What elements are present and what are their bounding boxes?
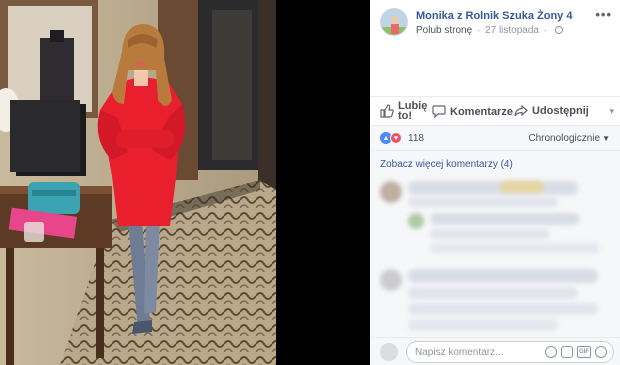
action-bar: Lubię to! Komentarze Udostępnij ▾ xyxy=(370,96,620,124)
blurred-comment-text xyxy=(408,181,578,195)
share-options-caret[interactable]: ▾ xyxy=(609,106,614,117)
reaction-count[interactable]: 118 xyxy=(408,133,424,144)
blurred-comment-text xyxy=(408,303,598,315)
sticker-icon[interactable] xyxy=(595,346,607,358)
see-more-comments-link[interactable]: Zobacz więcej komentarzy (4) xyxy=(380,159,513,170)
comment-input[interactable]: Napisz komentarz... GIF xyxy=(406,341,614,363)
comment-sort-dropdown[interactable]: Chronologicznie ▼ xyxy=(528,133,610,144)
chevron-down-icon: ▼ xyxy=(602,134,610,143)
emoji-icon[interactable] xyxy=(545,346,557,358)
page-avatar[interactable] xyxy=(380,8,408,36)
love-reaction-icon: ♥ xyxy=(390,132,402,144)
like-page-link[interactable]: Polub stronę xyxy=(416,25,472,36)
blurred-comment-text xyxy=(500,181,544,193)
share-button[interactable]: Udostępnij xyxy=(514,105,589,117)
blurred-comment-text xyxy=(408,197,558,207)
post-photo[interactable] xyxy=(0,0,370,365)
more-icon[interactable]: ••• xyxy=(595,8,612,21)
post-header: Monika z Rolnik Szuka Żony 4 Polub stron… xyxy=(380,8,612,40)
avatar xyxy=(380,343,398,361)
share-label: Udostępnij xyxy=(532,105,589,117)
meta-separator: · xyxy=(476,25,481,36)
meta-separator-2: · xyxy=(543,25,548,36)
comment-composer: Napisz komentarz... GIF xyxy=(370,337,620,365)
reactions-row: ▲ ♥ 118 Chronologicznie ▼ xyxy=(370,125,620,151)
comment-label: Komentarze xyxy=(450,105,513,118)
post-side-panel: Monika z Rolnik Szuka Żony 4 Polub stron… xyxy=(370,0,620,365)
gif-icon[interactable]: GIF xyxy=(577,346,591,358)
blurred-comment-text xyxy=(408,287,578,299)
sort-label: Chronologicznie xyxy=(528,133,601,144)
thumbs-up-icon xyxy=(380,104,394,118)
blurred-comment-text xyxy=(408,269,598,283)
post-date[interactable]: 27 listopada xyxy=(485,25,539,36)
blurred-comment-text xyxy=(408,319,558,331)
reaction-icons[interactable]: ▲ ♥ xyxy=(380,132,402,144)
like-label: Lubię to! xyxy=(398,100,428,122)
photo-illustration xyxy=(0,0,370,365)
blurred-comment-text xyxy=(430,213,580,225)
share-arrow-icon xyxy=(514,105,528,117)
comment-button[interactable]: Komentarze xyxy=(432,105,513,118)
blurred-comment-text xyxy=(430,229,550,239)
comments-list: Zobacz więcej komentarzy (4) xyxy=(370,151,620,337)
avatar xyxy=(380,269,402,291)
page-name-link[interactable]: Monika z Rolnik Szuka Żony 4 xyxy=(416,10,572,22)
avatar xyxy=(408,213,424,229)
comment-placeholder: Napisz komentarz... xyxy=(415,347,504,358)
composer-tools: GIF xyxy=(545,346,607,358)
globe-icon xyxy=(554,26,563,34)
like-button[interactable]: Lubię to! xyxy=(380,100,428,122)
avatar-image xyxy=(381,9,407,35)
blurred-comment-text xyxy=(430,243,600,253)
avatar xyxy=(380,181,402,203)
photo-viewer: Monika z Rolnik Szuka Żony 4 Polub stron… xyxy=(0,0,620,365)
speech-bubble-icon xyxy=(432,105,446,118)
post-meta: Polub stronę · 27 listopada · xyxy=(416,25,563,36)
camera-icon[interactable] xyxy=(561,346,573,358)
